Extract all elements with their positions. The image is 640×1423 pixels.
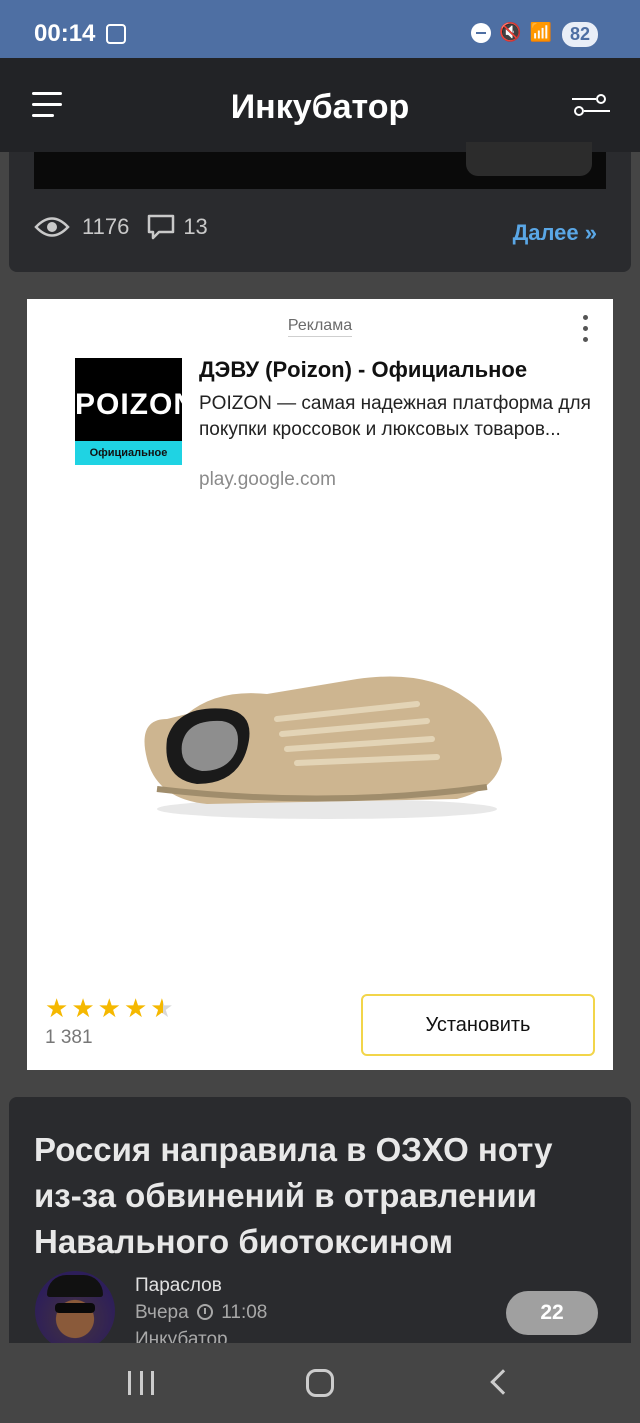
video-controls[interactable] [466,142,592,176]
back-icon[interactable] [490,1369,516,1395]
status-bar: 00:14 🔇 📶 82 [0,0,640,58]
star-icon: ★ [71,993,95,1023]
article-title[interactable]: Россия направила в ОЗХО ноту из-за обвин… [34,1127,594,1265]
avatar[interactable] [35,1271,115,1351]
ad-description: POIZON — самая надежная платформа для по… [199,393,591,440]
video-player[interactable] [34,142,606,189]
battery-indicator: 82 [561,22,598,47]
ad-label: Реклама [27,317,613,337]
star-icon: ★ [123,993,148,1023]
ad-domain: play.google.com [199,469,336,490]
eye-icon [34,217,70,237]
post-card: 1176 13 Далее » [9,142,631,272]
post-time: 11:08 [221,1302,268,1323]
star-icon: ★ [45,993,69,1023]
home-icon[interactable] [306,1369,334,1397]
screenshot-icon [106,24,126,44]
views-count: 1176 [82,214,130,239]
post-day: Вчера [135,1302,189,1323]
star-icon: ★ [97,993,121,1023]
wifi-icon: 📶 [529,22,552,42]
comment-icon[interactable] [147,214,175,240]
ad-title[interactable]: ДЭВУ (Poizon) - Официальное [199,357,599,383]
app-header: Инкубатор [0,58,640,152]
dnd-icon [471,22,492,43]
ad-logo[interactable]: POIZON Официальное [75,358,195,465]
ad-card[interactable]: Реклама POIZON Официальное ДЭВУ (Poizon)… [27,299,613,1070]
page-title: Инкубатор [230,88,410,126]
status-time: 00:14 [34,20,96,47]
post-stats: 1176 13 [34,214,208,240]
status-icons: 🔇 📶 [471,22,552,43]
comments-count[interactable]: 13 [183,214,207,240]
filter-icon[interactable] [572,94,610,118]
shoe-image[interactable] [127,659,517,829]
half-star-icon: ★ [150,993,174,1023]
clock-icon [196,1304,213,1320]
install-button[interactable]: Установить [361,994,595,1056]
reviews-count: 1 381 [45,1027,93,1048]
recent-apps-icon[interactable] [128,1371,154,1395]
more-options-icon[interactable] [583,315,589,348]
read-more-link[interactable]: Далее » [513,220,597,246]
mute-icon: 🔇 [499,22,522,42]
author-name[interactable]: Параслов [135,1275,222,1297]
comment-count-badge[interactable]: 22 [506,1291,598,1335]
rating-stars: ★ ★ ★ ★ ★ [45,995,174,1021]
system-nav-bar [0,1343,640,1423]
article-card[interactable]: Россия направила в ОЗХО ноту из-за обвин… [9,1097,631,1357]
post-meta: Вчера 11:08 [135,1302,267,1324]
